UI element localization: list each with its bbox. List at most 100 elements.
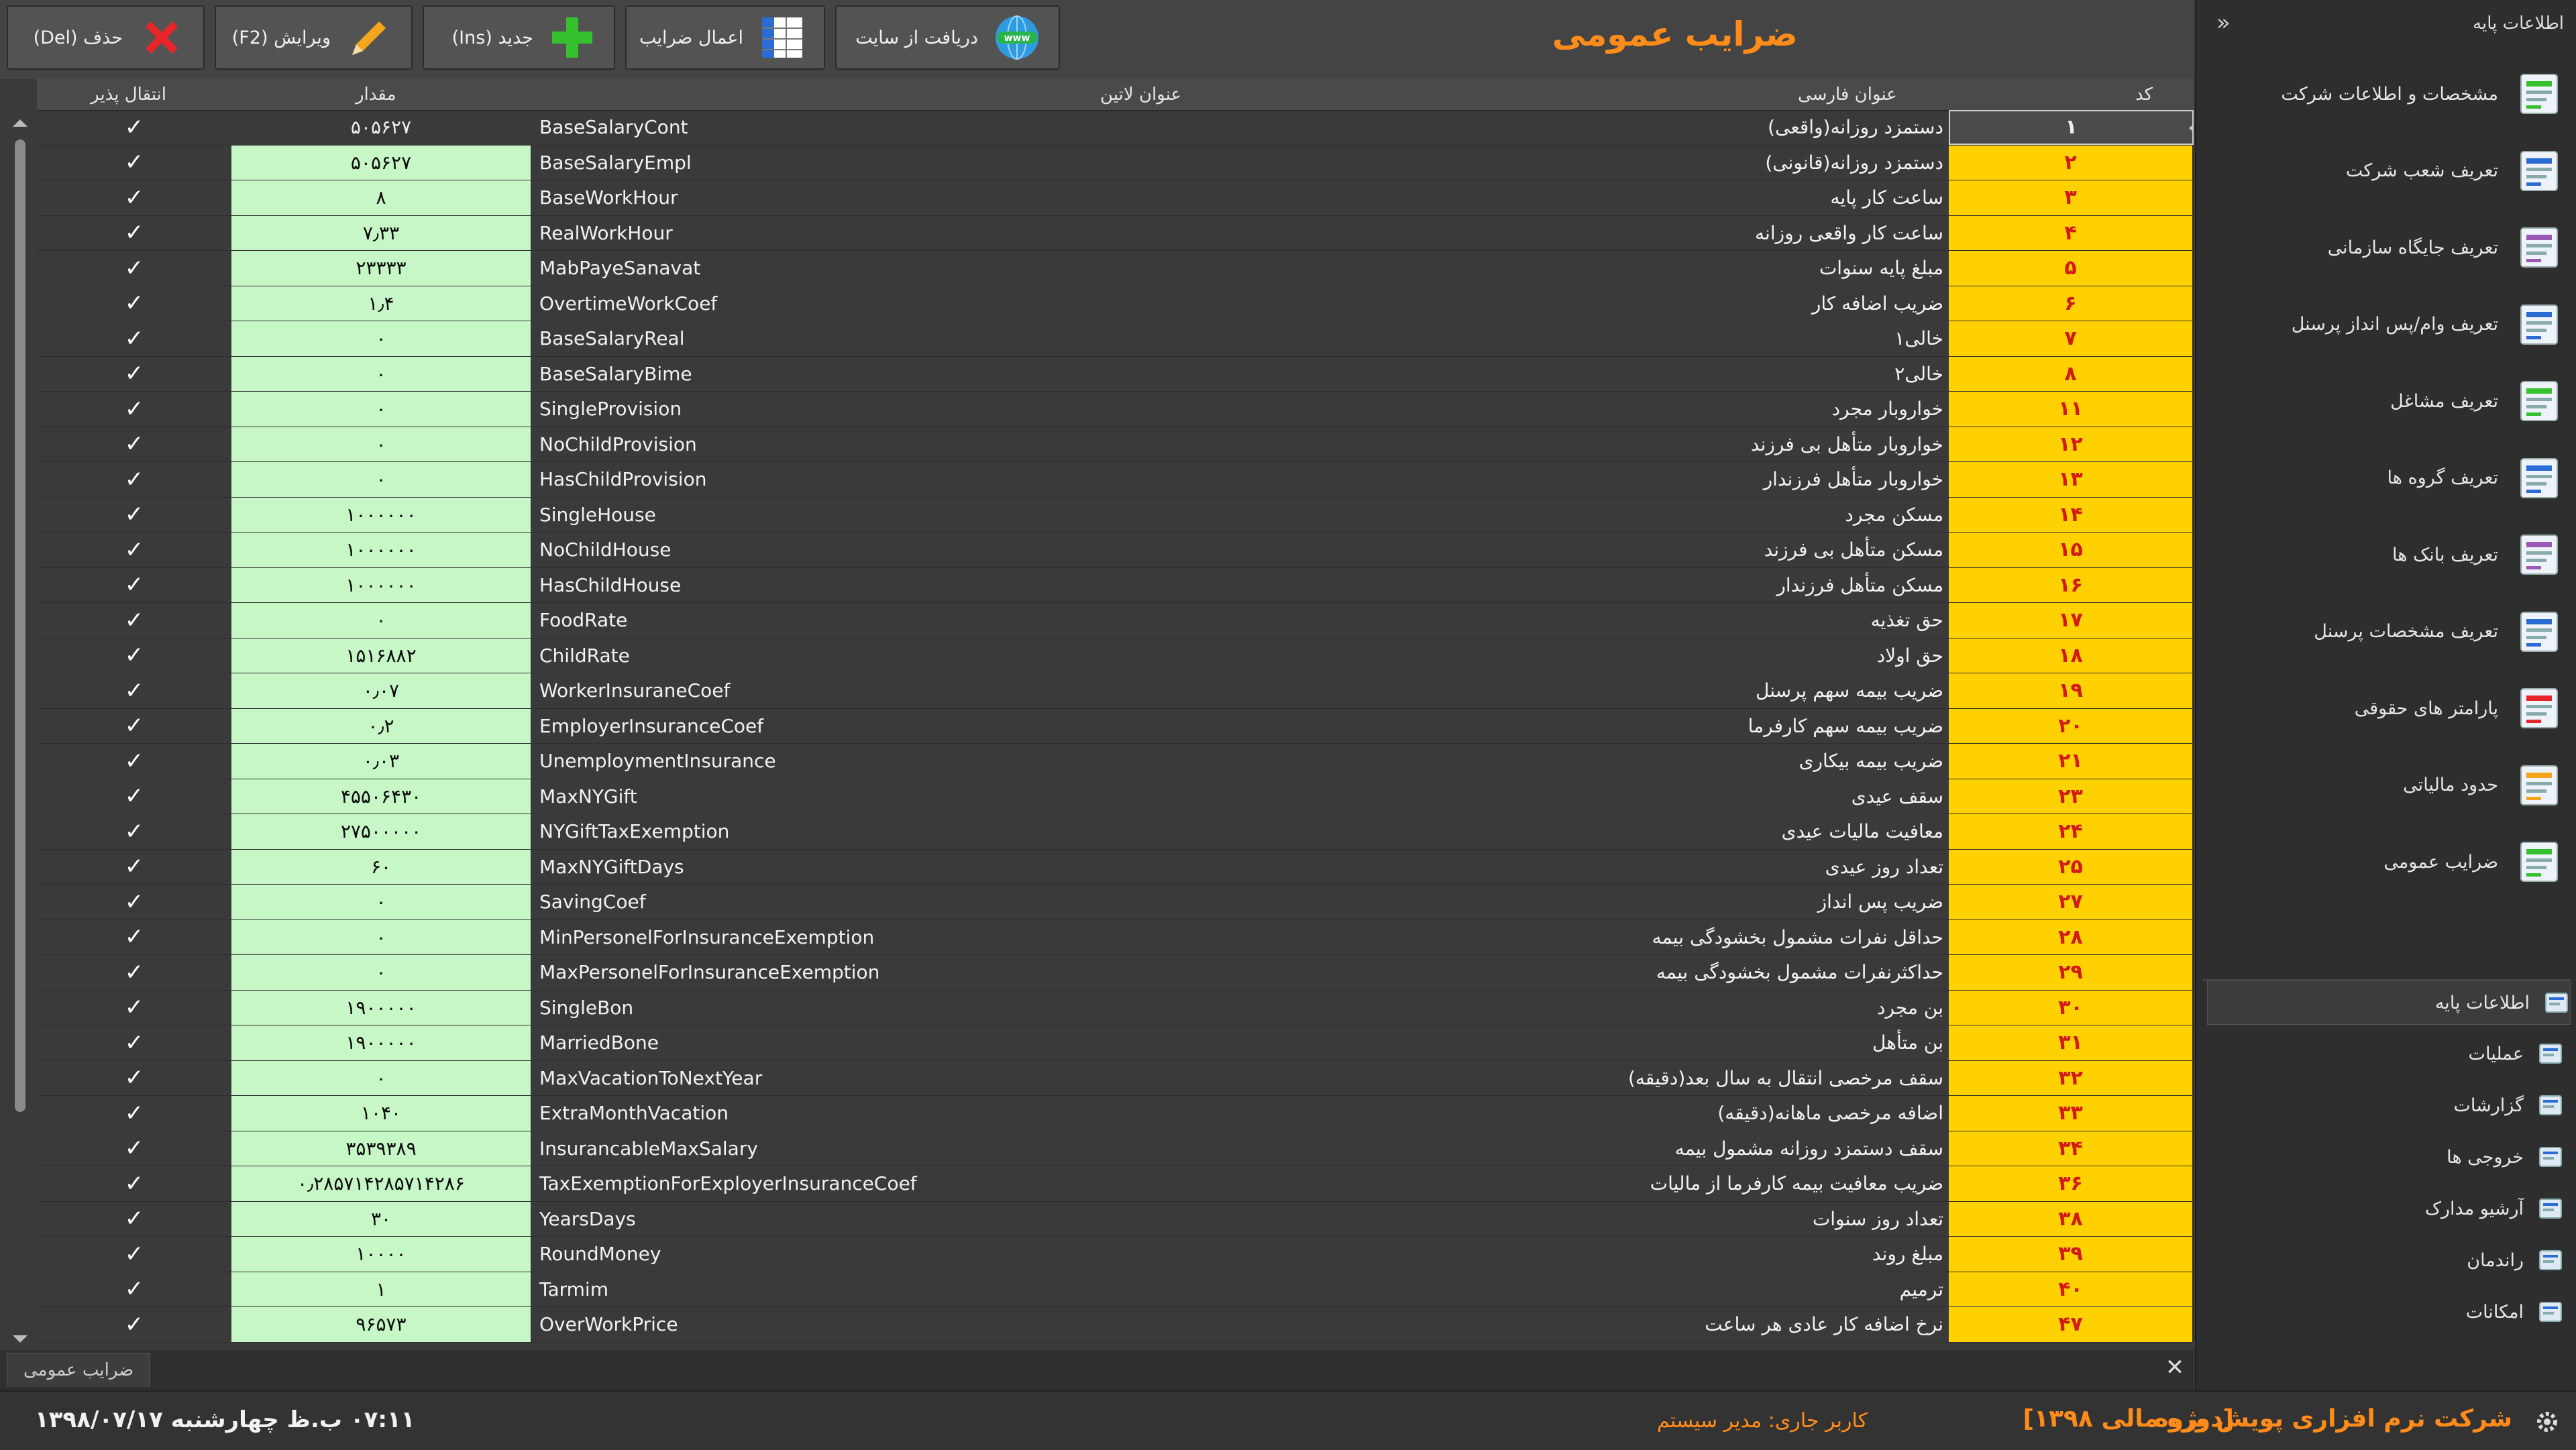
value-cell[interactable]: ۰٫۲۸۵۷۱۴۲۸۵۷۱۴۲۸۶ — [231, 1166, 531, 1201]
value-cell[interactable]: ۱۰۴۰ — [231, 1096, 531, 1131]
value-cell[interactable]: ۰ — [231, 462, 531, 497]
code-cell[interactable]: ۳۶ — [1949, 1166, 2194, 1201]
vertical-scrollbar[interactable] — [10, 114, 30, 1348]
table-row[interactable]: ✓ ۲۳۳۳۳ MabPayeSanavat مبلغ پایه سنوات ۵ — [37, 251, 2194, 286]
apply-coefficients-button[interactable]: اعمال ضرایب — [625, 5, 825, 70]
persian-title-cell[interactable]: حق اولاد — [1202, 638, 1949, 673]
persian-title-cell[interactable]: دستمزد روزانه(قانونی) — [1202, 146, 1949, 180]
persian-title-cell[interactable]: ساعت کار پایه — [1202, 180, 1949, 215]
nav-efficiency[interactable]: راندمان — [2208, 1239, 2564, 1282]
persian-title-cell[interactable]: بن مجرد — [1202, 991, 1949, 1025]
transferable-checkbox[interactable]: ✓ — [37, 1131, 231, 1166]
code-cell[interactable]: ۲۰ — [1949, 708, 2194, 743]
transferable-checkbox[interactable]: ✓ — [37, 814, 231, 849]
latin-title-cell[interactable]: SingleBon — [531, 991, 1202, 1025]
latin-title-cell[interactable]: NYGiftTaxExemption — [531, 814, 1202, 849]
latin-title-cell[interactable]: MabPayeSanavat — [531, 251, 1202, 286]
persian-title-cell[interactable]: خواروبار مجرد — [1202, 392, 1949, 427]
latin-title-cell[interactable]: Tarmim — [531, 1272, 1202, 1307]
table-row[interactable]: ✓ ۰ SavingCoef ضریب پس انداز ۲۷ — [37, 885, 2194, 920]
code-cell[interactable]: ۲۳ — [1949, 779, 2194, 814]
value-cell[interactable]: ۰٫۲ — [231, 708, 531, 743]
transferable-checkbox[interactable]: ✓ — [37, 1307, 231, 1342]
value-cell[interactable]: ۵۰۵۶۲۷ — [231, 145, 531, 180]
latin-title-cell[interactable]: OverWorkPrice — [531, 1307, 1202, 1342]
code-cell[interactable]: ۲۸ — [1949, 919, 2194, 954]
transferable-checkbox[interactable]: ✓ — [37, 286, 231, 321]
value-cell[interactable]: ۰ — [231, 885, 531, 919]
latin-title-cell[interactable]: MaxNYGiftDays — [531, 850, 1202, 885]
table-row[interactable]: ✓ ۹۶۵۷۳ OverWorkPrice نرخ اضافه کار عادی هر… — [37, 1307, 2194, 1343]
collapse-sidebar-icon[interactable]: » — [2216, 9, 2231, 36]
latin-title-cell[interactable]: YearsDays — [531, 1202, 1202, 1237]
nav-base-info[interactable]: اطلاعات پایه — [2207, 981, 2571, 1025]
latin-title-cell[interactable]: MaxNYGift — [531, 779, 1202, 814]
latin-title-cell[interactable]: InsurancableMaxSalary — [531, 1131, 1202, 1166]
table-row[interactable]: ✓ ۰ HasChildProvision خواروبار متأهل فرزندا… — [37, 462, 2194, 498]
transferable-checkbox[interactable]: ✓ — [37, 991, 231, 1025]
persian-title-cell[interactable]: ضریب پس انداز — [1202, 885, 1949, 919]
transferable-checkbox[interactable]: ✓ — [37, 885, 231, 919]
code-cell[interactable]: ۴ — [1949, 215, 2194, 250]
scrollbar-thumb[interactable] — [15, 140, 25, 1112]
value-cell[interactable]: ۱۵۱۶۸۸۲ — [231, 638, 531, 673]
transferable-checkbox[interactable]: ✓ — [37, 180, 231, 215]
table-row[interactable]: ✓ ۸ BaseWorkHour ساعت کار پایه ۳ — [37, 180, 2194, 216]
persian-title-cell[interactable]: ترمیم — [1202, 1272, 1949, 1307]
sidebar-item-jobs[interactable]: تعریف مشاغل — [2215, 370, 2564, 432]
sidebar-item-company-info[interactable]: مشخصات و اطلاعات شرکت — [2215, 63, 2564, 125]
new-button[interactable]: جدید (Ins) — [423, 5, 615, 70]
code-cell[interactable]: ۲ — [1949, 145, 2194, 180]
table-row[interactable]: ✓ ۱۰۰۰۰۰۰ HasChildHouse مسکن متأهل فرزندار ۱… — [37, 567, 2194, 603]
transferable-checkbox[interactable]: ✓ — [37, 498, 231, 533]
value-cell[interactable]: ۰٫۰۳ — [231, 744, 531, 779]
latin-title-cell[interactable]: RealWorkHour — [531, 216, 1202, 251]
table-row[interactable]: ✓ ۷٫۳۳ RealWorkHour ساعت کار واقعی روزانه ۴ — [37, 215, 2194, 251]
code-cell[interactable]: ۲۱ — [1949, 744, 2194, 779]
code-cell[interactable]: ۱۷ — [1949, 603, 2194, 638]
transferable-checkbox[interactable]: ✓ — [37, 1202, 231, 1237]
col-code-header[interactable]: کد — [2135, 79, 2153, 110]
code-cell[interactable]: ۴۰ — [1949, 1272, 2194, 1306]
transferable-checkbox[interactable]: ✓ — [37, 392, 231, 427]
latin-title-cell[interactable]: UnemploymentInsurance — [531, 744, 1202, 779]
transferable-checkbox[interactable]: ✓ — [37, 1096, 231, 1131]
transferable-checkbox[interactable]: ✓ — [37, 603, 231, 638]
value-cell[interactable]: ۰ — [231, 427, 531, 461]
code-cell[interactable]: ۸ — [1949, 356, 2194, 391]
table-row[interactable]: ✓ ۱۰۰۰۰۰۰ SingleHouse مسکن مجرد ۱۴ — [37, 497, 2194, 533]
persian-title-cell[interactable]: خالی۱ — [1202, 321, 1949, 356]
persian-title-cell[interactable]: حداکثرنفرات مشمول بخشودگی بیمه — [1202, 955, 1949, 990]
transferable-checkbox[interactable]: ✓ — [37, 462, 231, 497]
table-row[interactable]: ✓ ۰٫۲ EmployerInsuranceCoef ضریب بیمه سهم ک… — [37, 708, 2194, 744]
value-cell[interactable]: ۰ — [231, 321, 531, 356]
code-cell[interactable]: ۳۸ — [1949, 1201, 2194, 1236]
value-cell[interactable]: ۷٫۳۳ — [231, 215, 531, 250]
code-cell[interactable]: ۳۳ — [1949, 1096, 2194, 1131]
code-cell[interactable]: ۱۳ — [1949, 462, 2194, 497]
latin-title-cell[interactable]: NoChildHouse — [531, 533, 1202, 567]
edit-button[interactable]: ویرایش (F2) — [215, 5, 413, 70]
table-row[interactable]: ✓ ۰ MaxVacationToNextYear سقف مرخصی انتقال … — [37, 1060, 2194, 1096]
code-cell[interactable]: ۷ — [1949, 321, 2194, 356]
latin-title-cell[interactable]: MinPersonelForInsuranceExemption — [531, 920, 1202, 955]
persian-title-cell[interactable]: تعداد روز سنوات — [1202, 1202, 1949, 1237]
transferable-checkbox[interactable]: ✓ — [37, 357, 231, 392]
value-cell[interactable]: ۱۹۰۰۰۰۰ — [231, 1025, 531, 1060]
persian-title-cell[interactable]: مسکن متأهل فرزندار — [1202, 568, 1949, 603]
persian-title-cell[interactable]: مبلغ روند — [1202, 1237, 1949, 1272]
latin-title-cell[interactable]: MaxPersonelForInsuranceExemption — [531, 955, 1202, 990]
value-cell[interactable]: ۰ — [231, 1060, 531, 1095]
latin-title-cell[interactable]: RoundMoney — [531, 1237, 1202, 1272]
scroll-up-arrow-icon[interactable] — [13, 119, 28, 127]
table-row[interactable]: ✓ ۴۵۵۰۶۴۳۰ MaxNYGift سقف عیدی ۲۳ — [37, 779, 2194, 814]
sidebar-item-branches[interactable]: تعریف شعب شرکت — [2215, 140, 2564, 202]
code-cell[interactable]: ۲۵ — [1949, 849, 2194, 884]
table-row[interactable]: ✓ ۳۰ YearsDays تعداد روز سنوات ۳۸ — [37, 1201, 2194, 1237]
value-cell[interactable]: ۱۰۰۰۰۰۰ — [231, 497, 531, 532]
table-row[interactable]: ✓ ۰ SingleProvision خواروبار مجرد ۱۱ — [37, 392, 2194, 427]
persian-title-cell[interactable]: ضریب معافیت بیمه کارفرما از مالیات — [1202, 1166, 1949, 1201]
code-cell[interactable]: ۶ — [1949, 286, 2194, 321]
table-row[interactable]: ✓ ۰ NoChildProvision خواروبار متأهل بی فرزن… — [37, 427, 2194, 462]
value-cell[interactable]: ۸ — [231, 180, 531, 215]
